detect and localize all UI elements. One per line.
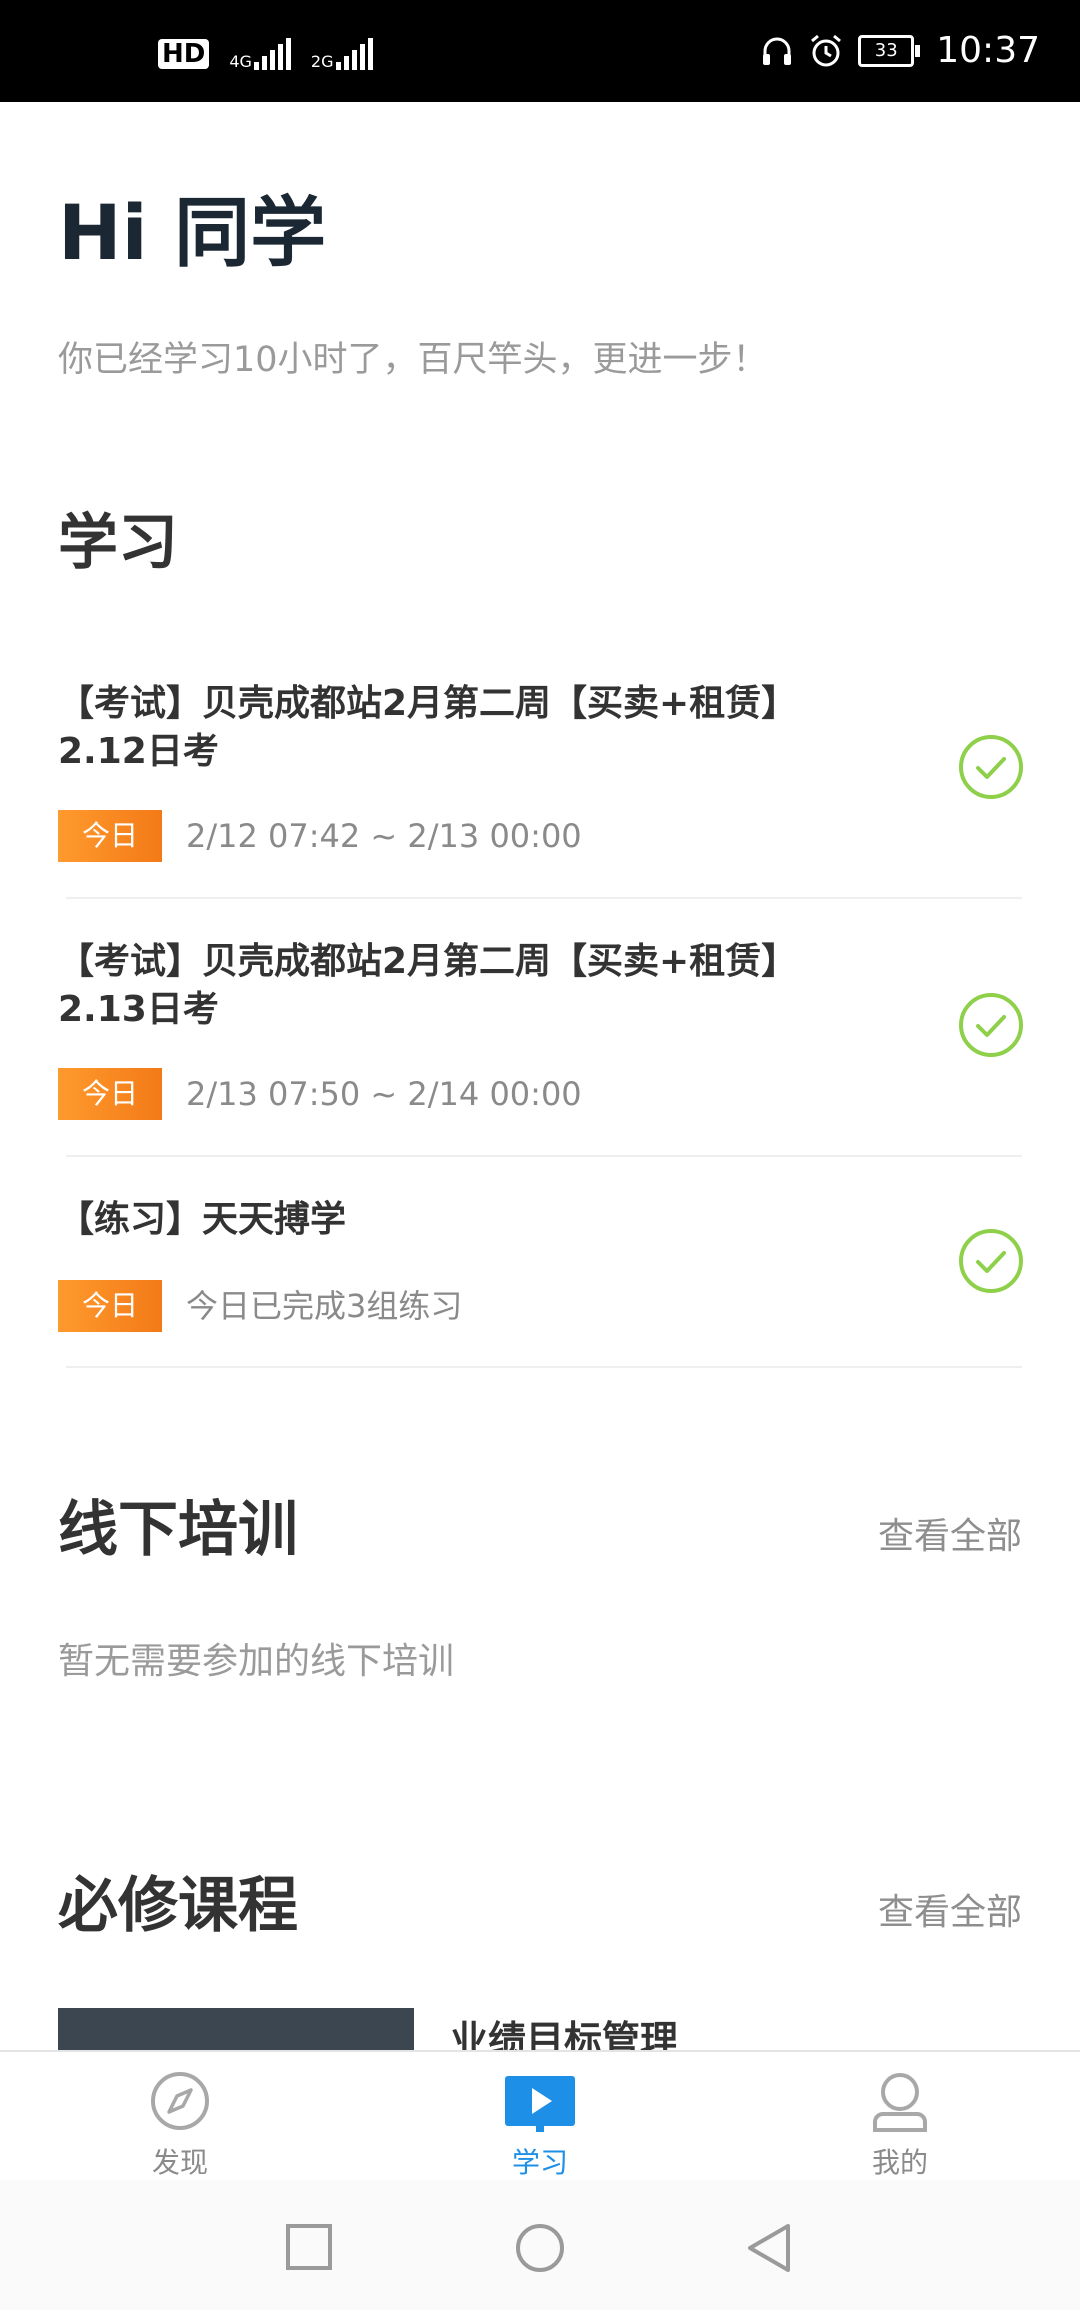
hd-indicator: HD bbox=[158, 39, 210, 69]
home-icon[interactable] bbox=[514, 2222, 566, 2274]
tab-study[interactable]: 学习 bbox=[460, 2070, 620, 2180]
sim1-network-label: 4G bbox=[229, 52, 252, 71]
battery-icon: 33 bbox=[858, 34, 921, 67]
signal-icon bbox=[253, 38, 291, 70]
tab-profile[interactable]: 我的 bbox=[820, 2070, 980, 2180]
tab-label: 发现 bbox=[151, 2146, 208, 2179]
headphones-icon bbox=[763, 37, 792, 65]
study-item-title: 【考试】贝壳成都站2月第二周【买卖+租赁】2.13日考 bbox=[58, 941, 798, 1030]
battery-level: 33 bbox=[874, 39, 898, 61]
offline-training-title: 线下培训 bbox=[58, 1495, 298, 1565]
required-courses-see-all-link[interactable]: 查看全部 bbox=[878, 1888, 1022, 1938]
offline-training-empty-text: 暂无需要参加的线下培训 bbox=[58, 1641, 455, 1682]
today-badge: 今日 bbox=[58, 1280, 162, 1332]
play-icon bbox=[505, 2076, 575, 2132]
check-circle-icon bbox=[959, 1229, 1023, 1293]
study-item[interactable]: 【考试】贝壳成都站2月第二周【买卖+租赁】2.13日考 今日 2/13 07:5… bbox=[58, 938, 1024, 1158]
system-navigation-bar bbox=[0, 2180, 1080, 2310]
status-left: HD 4G 2G bbox=[158, 38, 373, 70]
tab-discover[interactable]: 发现 bbox=[100, 2070, 260, 2180]
recent-apps-icon[interactable] bbox=[284, 2222, 334, 2272]
study-item-time: 2/13 07:50 ~ 2/14 00:00 bbox=[186, 1075, 582, 1113]
bottom-tab-bar: 发现 学习 我的 bbox=[0, 2050, 1080, 2182]
user-icon bbox=[873, 2073, 927, 2132]
today-badge: 今日 bbox=[58, 810, 162, 862]
clock: 10:37 bbox=[936, 30, 1040, 71]
offline-training-see-all-link[interactable]: 查看全部 bbox=[878, 1512, 1022, 1562]
study-item-title: 【练习】天天搏学 bbox=[58, 1199, 347, 1240]
study-item-time: 2/12 07:42 ~ 2/13 00:00 bbox=[186, 817, 582, 855]
greeting-subtitle: 你已经学习10小时了，百尺竿头，更进一步！ bbox=[58, 340, 768, 380]
study-item[interactable]: 【考试】贝壳成都站2月第二周【买卖+租赁】2.12日考 今日 2/12 07:4… bbox=[58, 680, 1024, 900]
status-bar: HD 4G 2G 33 10:37 bbox=[0, 0, 1080, 102]
study-item-title: 【考试】贝壳成都站2月第二周【买卖+租赁】2.12日考 bbox=[58, 683, 798, 772]
alarm-icon bbox=[811, 34, 842, 66]
sim2-network-label: 2G bbox=[310, 52, 334, 71]
required-courses-title: 必修课程 bbox=[58, 1871, 298, 1941]
compass-icon bbox=[151, 2072, 209, 2130]
greeting-title: Hi 同学 bbox=[58, 188, 327, 277]
status-right: 33 10:37 bbox=[760, 30, 1040, 71]
check-circle-icon bbox=[959, 993, 1023, 1057]
divider bbox=[66, 1155, 1022, 1157]
divider bbox=[66, 1366, 1022, 1368]
tab-label: 学习 bbox=[511, 2146, 568, 2179]
study-item-time: 今日已完成3组练习 bbox=[186, 1287, 463, 1325]
check-circle-icon bbox=[959, 735, 1023, 799]
study-section-title: 学习 bbox=[58, 508, 178, 578]
study-item[interactable]: 【练习】天天搏学 今日 今日已完成3组练习 bbox=[58, 1196, 1024, 1356]
tab-label: 我的 bbox=[871, 2146, 928, 2179]
today-badge: 今日 bbox=[58, 1068, 162, 1120]
divider bbox=[66, 897, 1022, 899]
signal-icon bbox=[335, 38, 373, 70]
back-icon[interactable] bbox=[744, 2222, 794, 2274]
